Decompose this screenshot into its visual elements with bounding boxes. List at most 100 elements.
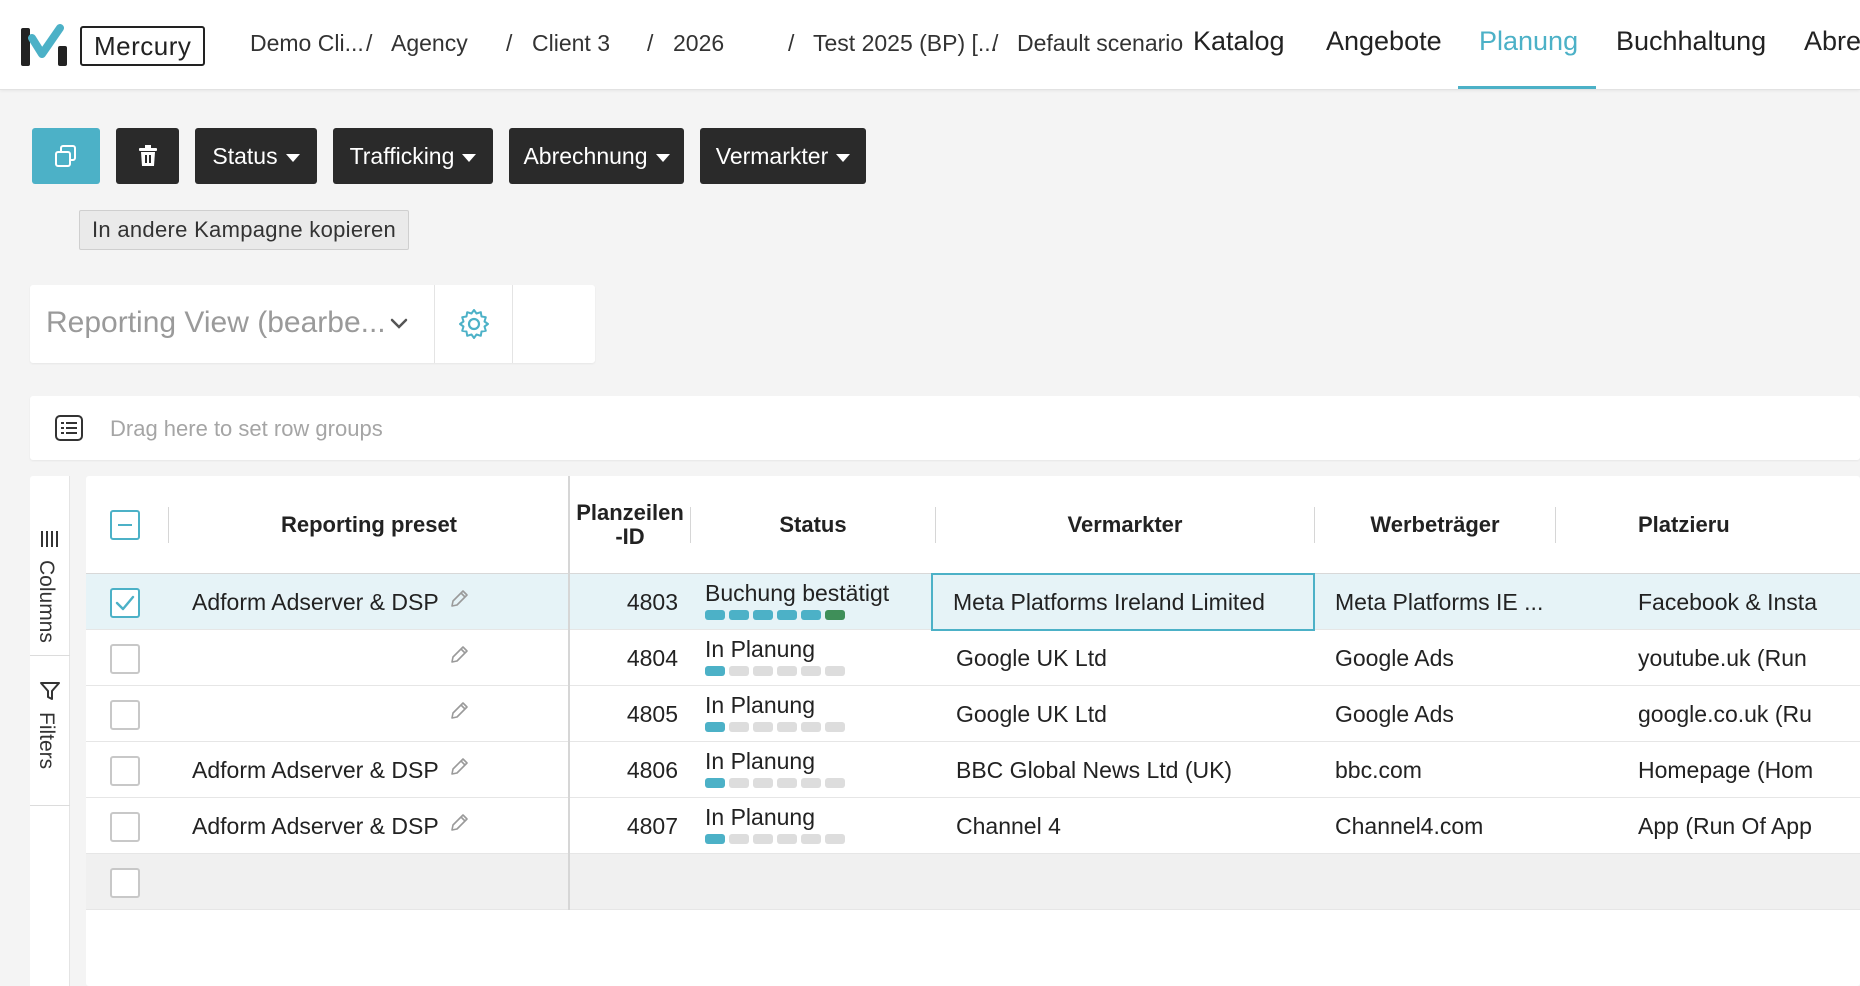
view-select[interactable]: Reporting View (bearbe... — [30, 285, 435, 363]
edit-pencil-icon[interactable] — [448, 700, 470, 722]
cell-platzierung[interactable]: Homepage (Hom — [1638, 742, 1860, 798]
table-row[interactable]: Adform Adserver & DSP 4806 In Planung BBC G… — [86, 742, 1860, 798]
nav-katalog[interactable]: Katalog — [1193, 26, 1285, 57]
status-progress-bar — [705, 666, 845, 676]
cell-reporting-preset[interactable]: Adform Adserver & DSP — [192, 798, 492, 854]
pinned-column-border — [568, 476, 570, 910]
status-progress-segment — [753, 666, 773, 676]
row-group-icon — [55, 415, 83, 441]
cell-status[interactable]: Buchung bestätigt — [705, 574, 935, 630]
cell-platzierung[interactable]: google.co.uk (Ru — [1638, 686, 1860, 742]
edit-pencil-icon[interactable] — [448, 644, 470, 666]
cell-planzeilen-id[interactable]: 4806 — [570, 742, 678, 798]
row-group-dropzone[interactable]: Drag here to set row groups — [30, 396, 1860, 460]
status-progress-segment — [753, 834, 773, 844]
caret-down-icon — [836, 153, 851, 162]
cell-reporting-preset[interactable] — [192, 630, 492, 686]
breadcrumb-campaign[interactable]: Test 2025 (BP) [... — [813, 30, 997, 57]
cell-status[interactable]: In Planung — [705, 798, 935, 854]
table-row[interactable]: 4805 In Planung Google UK Ltd Google Ads goo… — [86, 686, 1860, 742]
status-progress-segment — [777, 666, 797, 676]
cell-werbetraeger[interactable]: Meta Platforms IE ... — [1335, 574, 1549, 630]
column-header-platzierung[interactable]: Platzieru — [1556, 476, 1860, 574]
cell-status[interactable]: In Planung — [705, 742, 935, 798]
copy-button[interactable] — [32, 128, 100, 184]
breadcrumb-scenario[interactable]: Default scenario — [1017, 30, 1183, 57]
delete-button[interactable] — [116, 128, 179, 184]
table-row[interactable]: Adform Adserver & DSP 4803 Buchung bestäti… — [86, 573, 1860, 631]
status-label: In Planung — [705, 692, 815, 718]
column-header-planzeilen-id[interactable]: Planzeilen -ID — [570, 476, 690, 574]
status-progress-segment — [777, 778, 797, 788]
cell-platzierung[interactable]: App (Run Of App — [1638, 798, 1860, 854]
trafficking-dropdown-label: Trafficking — [349, 142, 455, 169]
cell-vermarkter[interactable]: Google UK Ltd — [936, 630, 1314, 686]
cell-vermarkter[interactable]: Google UK Ltd — [936, 686, 1314, 742]
cell-planzeilen-id[interactable]: 4805 — [570, 686, 678, 742]
nav-buchhaltung[interactable]: Buchhaltung — [1616, 26, 1766, 57]
cell-reporting-preset[interactable]: Adform Adserver & DSP — [192, 742, 492, 798]
cell-reporting-preset[interactable]: Adform Adserver & DSP — [192, 574, 492, 630]
edit-pencil-icon[interactable] — [448, 588, 470, 610]
table-row[interactable]: 4804 In Planung Google UK Ltd Google Ads you… — [86, 630, 1860, 686]
status-dropdown[interactable]: Status — [195, 128, 317, 184]
row-checkbox[interactable] — [110, 868, 140, 898]
cell-vermarkter[interactable]: BBC Global News Ltd (UK) — [936, 742, 1314, 798]
cell-status[interactable]: In Planung — [705, 630, 935, 686]
status-label: Buchung bestätigt — [705, 580, 890, 606]
cell-werbetraeger[interactable]: bbc.com — [1335, 742, 1549, 798]
cell-vermarkter[interactable]: Channel 4 — [936, 798, 1314, 854]
cell-planzeilen-id[interactable]: 4803 — [570, 574, 678, 630]
vermarkter-dropdown[interactable]: Vermarkter — [700, 128, 866, 184]
status-progress-segment — [705, 610, 725, 620]
trafficking-dropdown[interactable]: Trafficking — [333, 128, 493, 184]
app-logo-text[interactable]: Mercury — [80, 26, 206, 66]
status-progress-segment — [825, 834, 845, 844]
cell-werbetraeger[interactable]: Google Ads — [1335, 686, 1549, 742]
view-settings-button[interactable] — [435, 285, 513, 363]
status-progress-segment — [729, 610, 749, 620]
status-progress-segment — [801, 610, 821, 620]
cell-platzierung[interactable]: youtube.uk (Run — [1638, 630, 1860, 686]
top-header: Mercury Demo Cli... / Agency / Client 3 … — [0, 0, 1860, 90]
cell-werbetraeger[interactable]: Channel4.com — [1335, 798, 1549, 854]
select-all-checkbox[interactable] — [110, 510, 140, 540]
row-checkbox[interactable] — [110, 812, 140, 842]
cell-planzeilen-id[interactable]: 4804 — [570, 630, 678, 686]
edit-pencil-icon[interactable] — [448, 756, 470, 778]
breadcrumb-agency[interactable]: Agency — [391, 30, 468, 57]
status-progress-segment — [801, 834, 821, 844]
filters-tab[interactable]: Filters — [30, 656, 70, 806]
caret-down-icon — [462, 153, 477, 162]
status-progress-segment — [753, 610, 773, 620]
cell-vermarkter[interactable]: Meta Platforms Ireland Limited — [931, 573, 1315, 631]
caret-down-icon — [655, 153, 670, 162]
mercury-logo-icon[interactable] — [20, 24, 68, 68]
column-header-werbetraeger[interactable]: Werbeträger — [1315, 476, 1555, 574]
cell-planzeilen-id[interactable]: 4807 — [570, 798, 678, 854]
edit-pencil-icon[interactable] — [448, 812, 470, 834]
nav-abrechnung[interactable]: Abrec — [1804, 26, 1860, 57]
column-header-reporting-preset[interactable]: Reporting preset — [170, 476, 568, 574]
breadcrumb-client[interactable]: Demo Cli... — [250, 30, 364, 57]
column-header-status[interactable]: Status — [691, 476, 935, 574]
cell-reporting-preset[interactable] — [192, 686, 492, 742]
cell-platzierung[interactable]: Facebook & Insta — [1638, 574, 1860, 630]
filters-tab-label: Filters — [35, 712, 58, 770]
breadcrumb-year[interactable]: 2026 — [673, 30, 724, 57]
breadcrumb-client3[interactable]: Client 3 — [532, 30, 610, 57]
cell-status[interactable]: In Planung — [705, 686, 935, 742]
abrechnung-dropdown[interactable]: Abrechnung — [509, 128, 684, 184]
nav-planung[interactable]: Planung — [1479, 26, 1578, 57]
columns-tab[interactable]: Columns — [30, 476, 70, 656]
row-checkbox[interactable] — [110, 588, 140, 618]
row-checkbox[interactable] — [110, 700, 140, 730]
header-separator — [168, 507, 169, 543]
row-checkbox[interactable] — [110, 756, 140, 786]
cell-werbetraeger[interactable]: Google Ads — [1335, 630, 1549, 686]
column-header-vermarkter[interactable]: Vermarkter — [936, 476, 1314, 574]
nav-angebote[interactable]: Angebote — [1326, 26, 1442, 57]
row-checkbox[interactable] — [110, 644, 140, 674]
side-panel: Columns Filters — [30, 476, 70, 986]
table-row[interactable]: Adform Adserver & DSP 4807 In Planung Chann… — [86, 798, 1860, 854]
